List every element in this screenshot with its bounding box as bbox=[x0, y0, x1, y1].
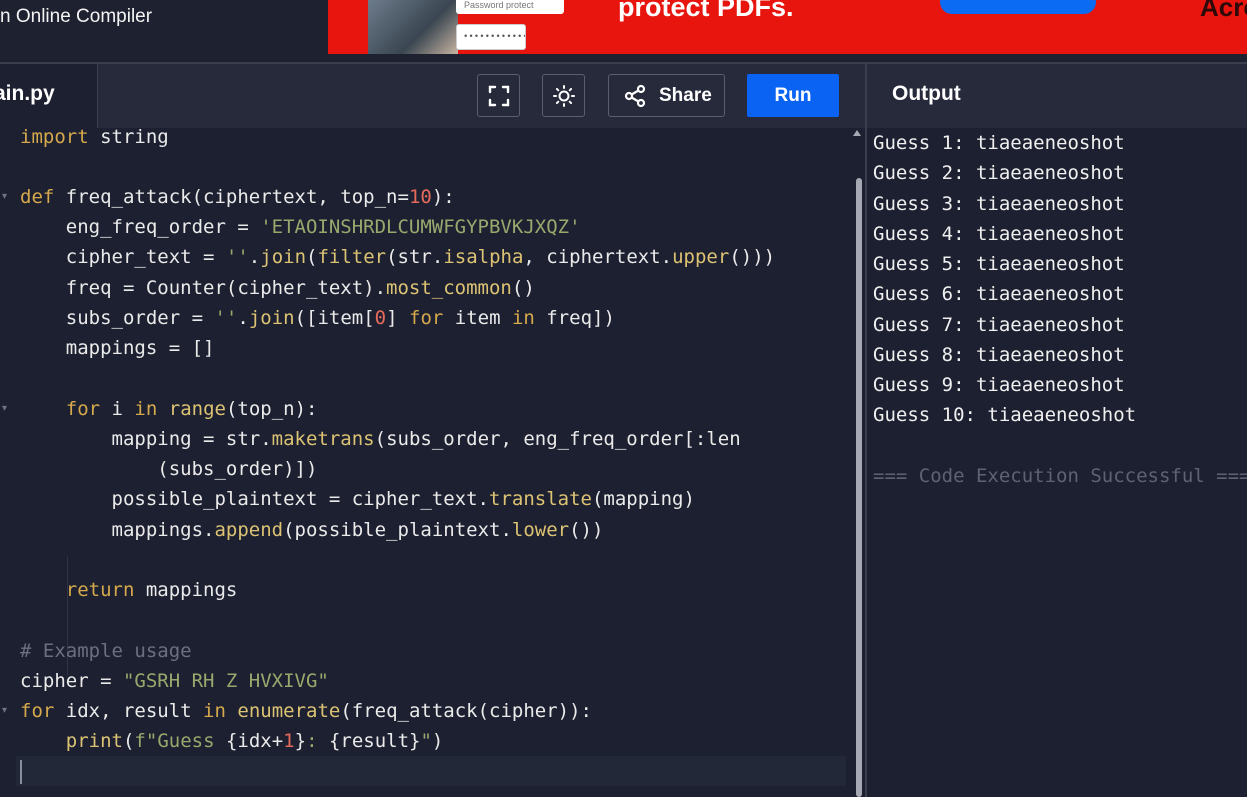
output-line: Guess 10: tiaeaeneoshot bbox=[873, 404, 1137, 426]
fold-arrow-icon[interactable]: ▾ bbox=[2, 182, 12, 212]
output-line: Guess 2: tiaeaeneoshot bbox=[873, 162, 1125, 184]
output-line: Guess 6: tiaeaeneoshot bbox=[873, 283, 1125, 305]
top-bar: n Online Compiler Password protect •••••… bbox=[0, 0, 1247, 62]
code-line: for idx, result in enumerate(freq_attack… bbox=[20, 700, 593, 722]
output-line: Guess 4: tiaeaeneoshot bbox=[873, 223, 1125, 245]
tab-divider bbox=[97, 64, 98, 128]
output-line: Guess 9: tiaeaeneoshot bbox=[873, 374, 1125, 396]
scroll-up-arrow-icon[interactable] bbox=[853, 130, 861, 136]
code-line: cipher_text = ''.join(filter(str.isalpha… bbox=[20, 246, 776, 268]
ad-banner[interactable]: Password protect •••••••••••••• protect … bbox=[328, 0, 1247, 54]
code-editor[interactable]: ▾ ▾ ▾ import string def freq_attack(ciph… bbox=[0, 128, 865, 797]
code-line: for i in range(top_n): bbox=[65, 398, 318, 420]
share-icon bbox=[624, 84, 646, 107]
code-line: freq = Counter(cipher_text).most_common(… bbox=[20, 277, 535, 299]
code-line: eng_freq_order = 'ETAOINSHRDLCUMWFGYPBVK… bbox=[20, 216, 581, 238]
execution-status: === Code Execution Successful === bbox=[873, 465, 1247, 487]
code-line: mappings.append(possible_plaintext.lower… bbox=[20, 519, 604, 541]
editor-toolbar: ain.py Share Run bbox=[0, 64, 865, 128]
code-line: import string bbox=[20, 128, 169, 148]
share-button[interactable]: Share bbox=[608, 74, 725, 117]
code-line: return mappings bbox=[65, 579, 238, 601]
app-title[interactable]: n Online Compiler bbox=[0, 6, 152, 28]
output-title: Output bbox=[867, 64, 1247, 128]
ad-headline: protect PDFs. bbox=[618, 0, 794, 22]
share-button-label: Share bbox=[659, 84, 712, 106]
code-line: mappings = [] bbox=[20, 337, 215, 359]
editor-scroll-thumb[interactable] bbox=[856, 178, 862, 797]
file-tab-label: ain.py bbox=[0, 82, 55, 105]
code-line: cipher = "GSRH RH Z HVXIVG" bbox=[20, 670, 329, 692]
ad-brand: Acro bbox=[1200, 0, 1247, 22]
fullscreen-button[interactable] bbox=[477, 74, 520, 117]
code-line: (subs_order)]) bbox=[20, 458, 318, 480]
output-line: Guess 7: tiaeaeneoshot bbox=[873, 314, 1125, 336]
file-tab-main-py[interactable]: ain.py bbox=[0, 64, 97, 128]
code-line: def freq_attack(ciphertext, top_n=10): bbox=[20, 186, 455, 208]
sun-icon bbox=[552, 84, 575, 107]
fullscreen-icon bbox=[488, 85, 509, 106]
ad-photo bbox=[368, 0, 458, 54]
code-line: subs_order = ''.join([item[0] for item i… bbox=[20, 307, 615, 329]
run-button[interactable]: Run bbox=[747, 74, 839, 117]
output-line: Guess 8: tiaeaeneoshot bbox=[873, 344, 1125, 366]
code-line: # Example usage bbox=[20, 640, 192, 662]
output-line: Guess 5: tiaeaeneoshot bbox=[873, 253, 1125, 275]
code-line: mapping = str.maketrans(subs_order, eng_… bbox=[20, 428, 741, 450]
run-button-label: Run bbox=[774, 84, 812, 106]
fold-arrow-icon[interactable]: ▾ bbox=[2, 394, 12, 424]
theme-toggle-button[interactable] bbox=[542, 74, 585, 117]
ad-password-field: •••••••••••••• bbox=[456, 24, 526, 50]
ad-cta-button[interactable] bbox=[940, 0, 1096, 14]
fold-arrow-icon[interactable]: ▾ bbox=[2, 696, 12, 726]
ad-password-card: Password protect bbox=[456, 0, 564, 14]
output-line: Guess 1: tiaeaeneoshot bbox=[873, 132, 1125, 154]
output-panel: Guess 1: tiaeaeneoshot Guess 2: tiaeaene… bbox=[867, 128, 1247, 797]
code-line: possible_plaintext = cipher_text.transla… bbox=[20, 488, 695, 510]
output-line: Guess 3: tiaeaeneoshot bbox=[873, 193, 1125, 215]
active-line-highlight bbox=[16, 756, 846, 786]
text-cursor bbox=[20, 760, 22, 784]
code-line: print(f"Guess {idx+1}: {result}") bbox=[65, 730, 444, 752]
